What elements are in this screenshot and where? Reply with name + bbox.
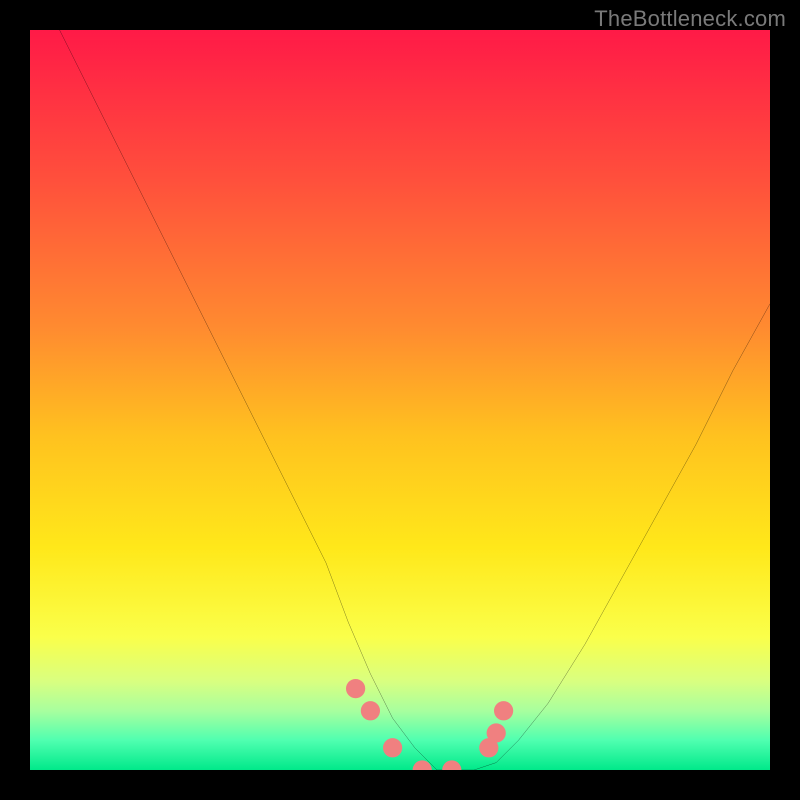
watermark-text: TheBottleneck.com [594,6,786,32]
marker-dot [494,701,513,720]
marker-dot [346,679,365,698]
plot-area [30,30,770,770]
marker-dot [361,701,380,720]
marker-dot [383,738,402,757]
curve-layer [30,30,770,770]
marker-dot [487,723,506,742]
chart-frame: TheBottleneck.com [0,0,800,800]
marker-dots [346,679,513,770]
marker-dot [442,760,461,770]
bottleneck-curve [60,30,770,770]
